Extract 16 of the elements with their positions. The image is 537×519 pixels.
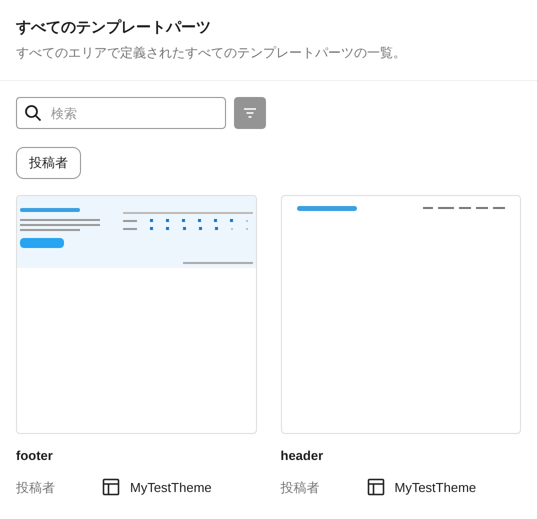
template-name[interactable]: header <box>280 446 521 466</box>
search-field[interactable]: 検索 <box>16 97 226 129</box>
filter-button[interactable] <box>234 97 266 129</box>
template-name[interactable]: footer <box>16 446 256 466</box>
author-filter-chip[interactable]: 投稿者 <box>16 147 81 179</box>
page-title: すべてのテンプレートパーツ <box>16 18 212 38</box>
author-label: 投稿者 <box>280 478 320 496</box>
search-icon <box>24 104 42 122</box>
theme-name: MyTestTheme <box>394 478 476 497</box>
author-label: 投稿者 <box>16 478 56 496</box>
page-description: すべてのエリアで定義されたすべてのテンプレートパーツの一覧。 <box>16 44 407 62</box>
template-preview-card[interactable] <box>16 195 256 434</box>
filter-icon <box>243 107 257 119</box>
layout-icon <box>366 478 384 496</box>
theme-name: MyTestTheme <box>130 478 212 497</box>
layout-icon <box>102 478 120 496</box>
